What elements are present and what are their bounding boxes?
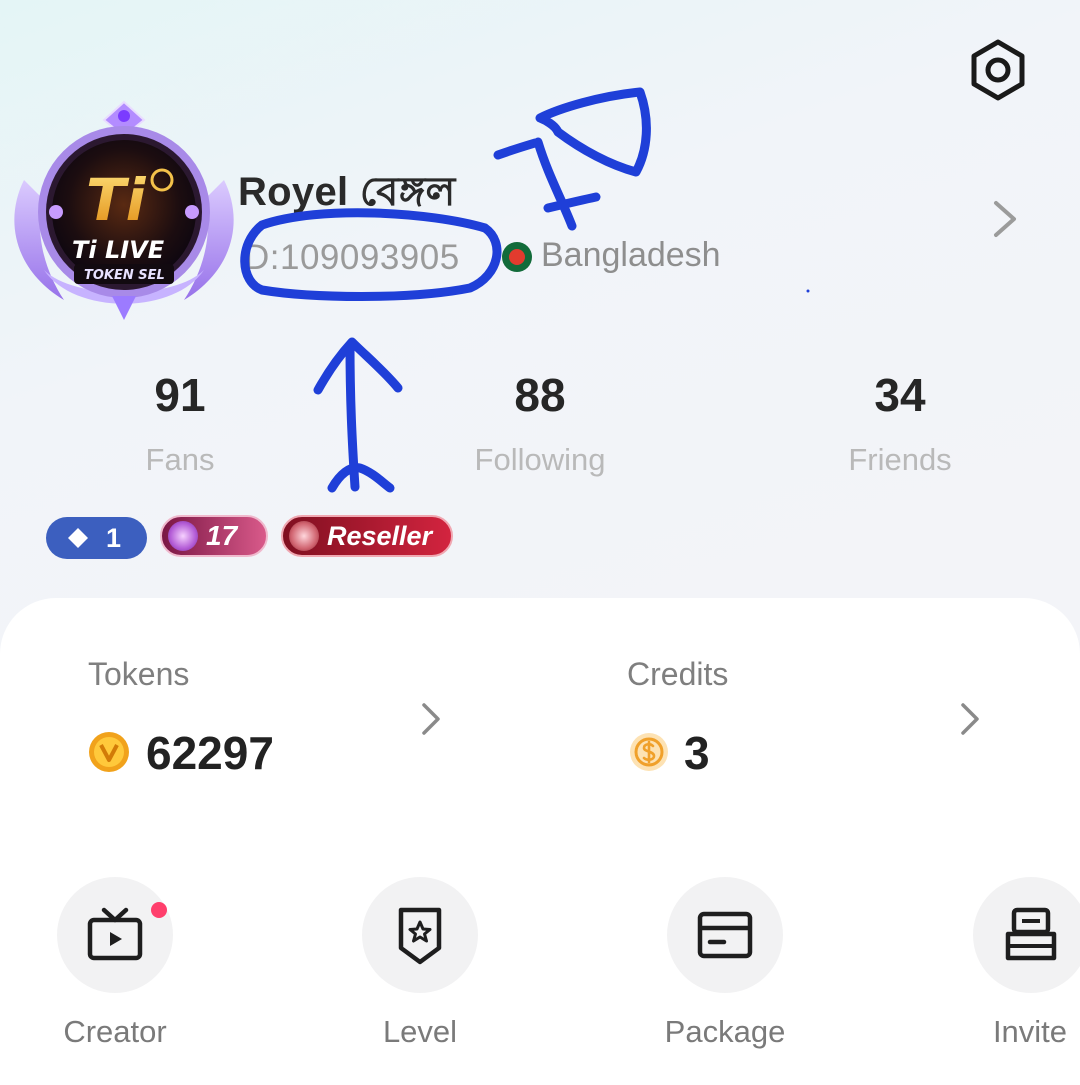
stat-following[interactable]: 88 Following — [440, 372, 640, 478]
annotation-scribble-1 — [493, 137, 601, 231]
package-shortcut[interactable] — [667, 877, 783, 993]
stat-label: Fans — [145, 442, 215, 477]
settings-hex-icon[interactable] — [966, 38, 1030, 102]
svg-text:Ti: Ti — [86, 166, 147, 234]
invite-stack-icon — [1005, 907, 1057, 961]
crest-icon — [289, 521, 319, 551]
reseller-badge[interactable]: Reseller — [281, 515, 453, 557]
user-id[interactable]: D:109093905 — [244, 238, 460, 278]
stat-fans[interactable]: 91 Fans — [80, 372, 280, 478]
stat-label: Friends — [848, 442, 952, 477]
diamond-badge[interactable]: 1 — [46, 517, 147, 559]
invite-shortcut[interactable] — [973, 877, 1080, 993]
stat-value: 34 — [874, 369, 926, 421]
annotation-dot — [806, 289, 810, 293]
package-card-icon — [697, 911, 753, 959]
annotation-arrow-up — [313, 337, 403, 493]
heart-crest-icon — [168, 521, 198, 551]
reseller-badge-label: Reseller — [327, 520, 433, 551]
level-label: Level — [382, 1014, 458, 1049]
diamond-badge-count: 1 — [106, 522, 122, 553]
svg-text:Ti LIVE: Ti LIVE — [72, 236, 165, 264]
avatar[interactable]: Ti Ti LIVE TOKEN SEL — [4, 100, 244, 332]
credits-chevron-right-icon[interactable] — [957, 700, 983, 738]
creator-shortcut[interactable] — [57, 877, 173, 993]
level-badge-value: 17 — [206, 520, 238, 551]
svg-text:TOKEN SEL: TOKEN SEL — [84, 268, 165, 283]
credit-dollar-coin-icon — [628, 731, 670, 773]
stat-value: 91 — [154, 369, 206, 421]
tokens-value: 62297 — [146, 727, 274, 779]
profile-chevron-right-icon[interactable] — [988, 197, 1022, 241]
level-shortcut[interactable] — [362, 877, 478, 993]
token-coin-icon — [88, 731, 130, 773]
tokens-label: Tokens — [88, 656, 190, 692]
stat-label: Following — [474, 442, 606, 477]
invite-label: Invite — [992, 1014, 1068, 1049]
diamond-icon — [68, 528, 88, 548]
creator-label: Creator — [63, 1014, 167, 1049]
country-label: Bangladesh — [541, 236, 721, 274]
stat-friends[interactable]: 34 Friends — [800, 372, 1000, 478]
notification-dot — [151, 902, 167, 918]
tokens-chevron-right-icon[interactable] — [418, 700, 444, 738]
bangladesh-flag-icon — [502, 242, 532, 272]
credits-value: 3 — [684, 727, 710, 779]
annotation-scribble-triangle — [535, 87, 651, 177]
tv-play-icon — [87, 907, 143, 961]
package-label: Package — [664, 1014, 786, 1049]
credits-label: Credits — [627, 656, 729, 692]
level-badge[interactable]: 17 — [160, 515, 268, 557]
stat-value: 88 — [514, 369, 566, 421]
profile-name: Royel বেঙ্গল — [238, 170, 456, 214]
level-shield-icon — [398, 907, 442, 965]
